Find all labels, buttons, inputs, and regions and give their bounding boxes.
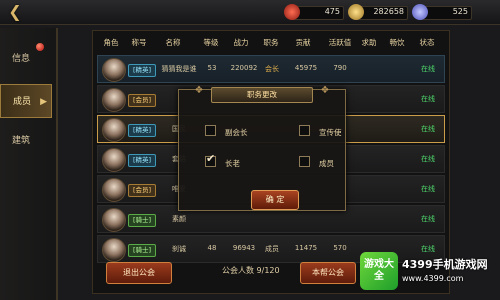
column-header: 等级 [203, 38, 219, 47]
column-header: 活跃值 [328, 38, 352, 47]
member-status: 在线 [421, 65, 435, 73]
title-badge: [精英] [128, 124, 156, 137]
column-header: 职务 [263, 38, 279, 47]
checkbox[interactable] [205, 125, 216, 136]
avatar [102, 178, 126, 202]
column-header: 贡献 [295, 38, 311, 47]
sidebar-tab-label: 信息 [12, 54, 31, 64]
member-status: 在线 [421, 125, 435, 133]
member-level: 53 [207, 64, 217, 72]
member-status: 在线 [421, 215, 435, 223]
option-propagandist[interactable]: 宣传使 [299, 125, 342, 138]
sidebar-tab-label: 建筑 [12, 136, 31, 146]
sidebar-tab-label: 成员 [13, 97, 32, 107]
avatar [102, 88, 126, 112]
ornament-icon: ❖ [194, 85, 204, 96]
option-elder[interactable]: ✔ 长老 [205, 152, 240, 169]
avatar [102, 118, 126, 142]
option-label: 长老 [225, 159, 240, 168]
member-name: 素颜 [172, 215, 186, 223]
member-power: 220092 [230, 64, 258, 72]
column-header: 状态 [419, 38, 435, 47]
avatar [102, 238, 126, 262]
member-status: 在线 [421, 155, 435, 163]
avatar [102, 208, 126, 232]
watermark-badge: 游戏大全 [360, 252, 398, 290]
gem-counter: 475 [284, 4, 344, 20]
sidebar: 信息 成员 ▶ 建筑 [0, 28, 58, 300]
gold-coin-icon [348, 4, 364, 20]
gold-counter: 282658 [348, 4, 408, 20]
back-arrow-icon[interactable]: ❮ [6, 3, 24, 21]
member-role: 会长 [265, 65, 279, 73]
gold-value: 282658 [373, 7, 404, 16]
title-badge: [会员] [128, 184, 156, 197]
column-header: 战力 [233, 38, 249, 47]
member-power: 96943 [232, 244, 256, 252]
member-status: 在线 [421, 185, 435, 193]
column-header: 角色 [103, 38, 119, 47]
table-header: 角色 称号 名称 等级 战力 职务 贡献 活跃值 求助 畅饮 状态 [93, 34, 449, 50]
checkbox[interactable]: ✔ [205, 152, 216, 167]
column-header: 畅饮 [389, 38, 405, 47]
checkmark-icon: ✔ [206, 152, 216, 165]
notification-dot [36, 43, 44, 51]
sidebar-tab-buildings[interactable]: 建筑 [0, 124, 52, 158]
sidebar-tab-members[interactable]: 成员 ▶ [0, 84, 52, 118]
role-change-dialog: ❖ 职务更改 ❖ 副会长 宣传使 ✔ 长老 成员 确 定 [178, 85, 346, 211]
member-role: 成员 [265, 245, 279, 253]
option-vice-leader[interactable]: 副会长 [205, 125, 248, 138]
member-level: 48 [207, 244, 217, 252]
dialog-title: 职务更改 [211, 87, 313, 103]
leave-guild-button[interactable]: 退出公会 [106, 262, 172, 284]
guild-info-button[interactable]: 本帮公会 [300, 262, 356, 284]
member-name: 刹诚 [172, 245, 186, 253]
option-label: 成员 [319, 159, 334, 168]
title-badge: [精英] [128, 64, 156, 77]
sidebar-tab-info[interactable]: 信息 [0, 42, 52, 76]
ornament-icon: ❖ [320, 85, 330, 96]
crystal-counter: 525 [412, 4, 472, 20]
top-bar: ❮ 475 282658 525 [0, 0, 500, 25]
title-badge: [会员] [128, 94, 156, 107]
member-contribution: 11475 [294, 244, 318, 252]
column-header: 名称 [165, 38, 181, 47]
gem-icon [284, 4, 300, 20]
guild-member-count: 公会人数 9/120 [222, 266, 280, 275]
chevron-right-icon: ▶ [40, 97, 47, 107]
avatar [102, 58, 126, 82]
gem-value: 475 [324, 7, 340, 16]
watermark-url: www.4399.com [402, 274, 464, 283]
watermark-brand: 4399手机游戏网 [402, 258, 488, 271]
title-badge: [骑士] [128, 244, 156, 257]
table-row[interactable]: [精英] 猜猜我是谁 53 220092 会长 45975 790 在线 [97, 55, 445, 83]
title-badge: [精英] [128, 154, 156, 167]
member-contribution: 45975 [294, 64, 318, 72]
option-member[interactable]: 成员 [299, 156, 334, 169]
title-badge: [骑士] [128, 214, 156, 227]
option-label: 副会长 [225, 128, 248, 137]
member-name: 猜猜我是谁 [161, 65, 197, 73]
column-header: 称号 [131, 38, 147, 47]
confirm-button[interactable]: 确 定 [251, 190, 299, 210]
column-header: 求助 [361, 38, 377, 47]
option-label: 宣传使 [319, 128, 342, 137]
watermark-logo: 游戏大全 4399手机游戏网 www.4399.com [360, 250, 500, 300]
crystal-icon [412, 4, 428, 20]
member-activity: 790 [333, 64, 347, 72]
crystal-value: 525 [452, 7, 468, 16]
checkbox[interactable] [299, 156, 310, 167]
avatar [102, 148, 126, 172]
checkbox[interactable] [299, 125, 310, 136]
member-status: 在线 [421, 95, 435, 103]
member-activity: 570 [333, 244, 347, 252]
